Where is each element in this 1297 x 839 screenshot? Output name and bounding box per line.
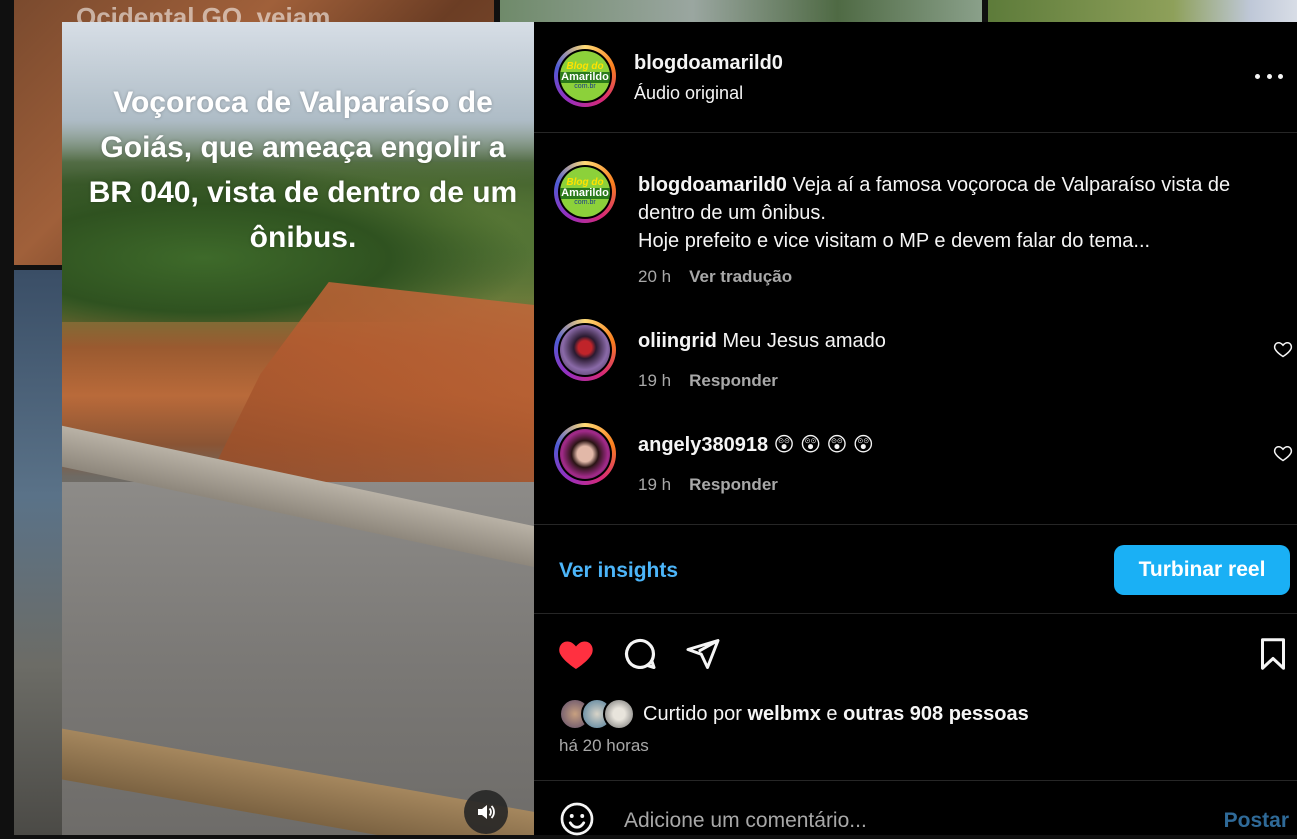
caption-text-line2: Hoje prefeito e vice visitam o MP e deve… [638,230,1151,252]
other-likers-link[interactable]: outras 908 pessoas [843,703,1029,725]
avatar-image [560,429,610,479]
comment-username[interactable]: angely380918 [638,434,768,456]
blog-logo: Blog do Amarildo com.br [560,51,610,101]
comment-icon [624,638,656,670]
reply-button[interactable]: Responder [689,475,778,495]
comment-username[interactable]: oliingrid [638,330,717,352]
liker-avatar [603,698,635,730]
likes-summary[interactable]: Curtido por welbmx e outras 908 pessoas [559,698,1029,730]
author-avatar[interactable]: Blog do Amarildo com.br [554,45,616,107]
post-comment-button[interactable]: Postar [1224,809,1289,833]
caption-time: 20 h [638,267,672,286]
more-options-icon[interactable] [1255,70,1283,82]
post-time: há 20 horas [559,736,649,755]
share-icon [686,639,720,669]
feed-thumbnail[interactable] [500,0,982,22]
avatar-image [560,325,610,375]
boost-reel-button[interactable]: Turbinar reel [1114,545,1290,595]
post-header: Blog do Amarildo com.br blogdoamarild0 Á… [534,22,1297,133]
comment-meta: 19 h Responder [638,475,778,495]
post-actions [534,630,1297,680]
like-comment-icon[interactable] [1273,339,1293,359]
author-avatar[interactable]: Blog do Amarildo com.br [554,161,616,223]
caption-username[interactable]: blogdoamarild0 [638,174,787,196]
comment-meta: 19 h Responder [638,371,778,391]
heart-icon [559,641,593,669]
post-caption: blogdoamarild0 Veja aí a famosa voçoroca… [638,171,1278,255]
comment-button[interactable] [620,634,660,674]
comment-input[interactable] [622,803,1186,839]
video-caption: Voçoroca de Valparaíso de Goiás, que ame… [88,86,518,254]
like-comment-icon[interactable] [1273,443,1293,463]
commenter-avatar[interactable] [554,319,616,381]
commenter-avatar[interactable] [554,423,616,485]
post-panel: Blog do Amarildo com.br blogdoamarild0 Á… [534,22,1297,839]
blog-logo: Blog do Amarildo com.br [560,167,610,217]
view-insights-link[interactable]: Ver insights [559,559,678,583]
translate-link[interactable]: Ver tradução [689,267,792,287]
comment-text: Meu Jesus amado [722,330,886,352]
audio-link[interactable]: Áudio original [634,83,743,104]
comment-item: oliingrid Meu Jesus amado [638,327,886,355]
share-button[interactable] [683,634,723,674]
save-button[interactable] [1253,634,1293,674]
comment-item: angely380918 😲 😲 😲 😲 [638,431,874,459]
feed-thumbnail[interactable] [988,0,1297,22]
emoji-icon[interactable] [559,801,595,837]
bookmark-icon [1261,638,1285,670]
comment-time: 19 h [638,371,672,390]
add-comment-bar: Postar [534,780,1297,839]
insights-bar: Ver insights Turbinar reel [534,524,1297,614]
author-username[interactable]: blogdoamarild0 [634,52,783,75]
like-button[interactable] [556,634,596,674]
reel-video[interactable]: Voçoroca de Valparaíso de Goiás, que ame… [62,22,534,835]
likes-text: Curtido por welbmx e outras 908 pessoas [643,702,1029,725]
reply-button[interactable]: Responder [689,371,778,391]
feed-thumbnail[interactable] [14,270,62,835]
comment-text: 😲 😲 😲 😲 [773,434,874,456]
comments-list: Blog do Amarildo com.br blogdoamarild0 V… [534,133,1297,523]
comment-time: 19 h [638,475,672,494]
liker-username[interactable]: welbmx [748,703,821,725]
speaker-icon [478,805,495,819]
caption-meta: 20 h Ver tradução [638,267,792,287]
mute-button[interactable] [464,790,508,834]
